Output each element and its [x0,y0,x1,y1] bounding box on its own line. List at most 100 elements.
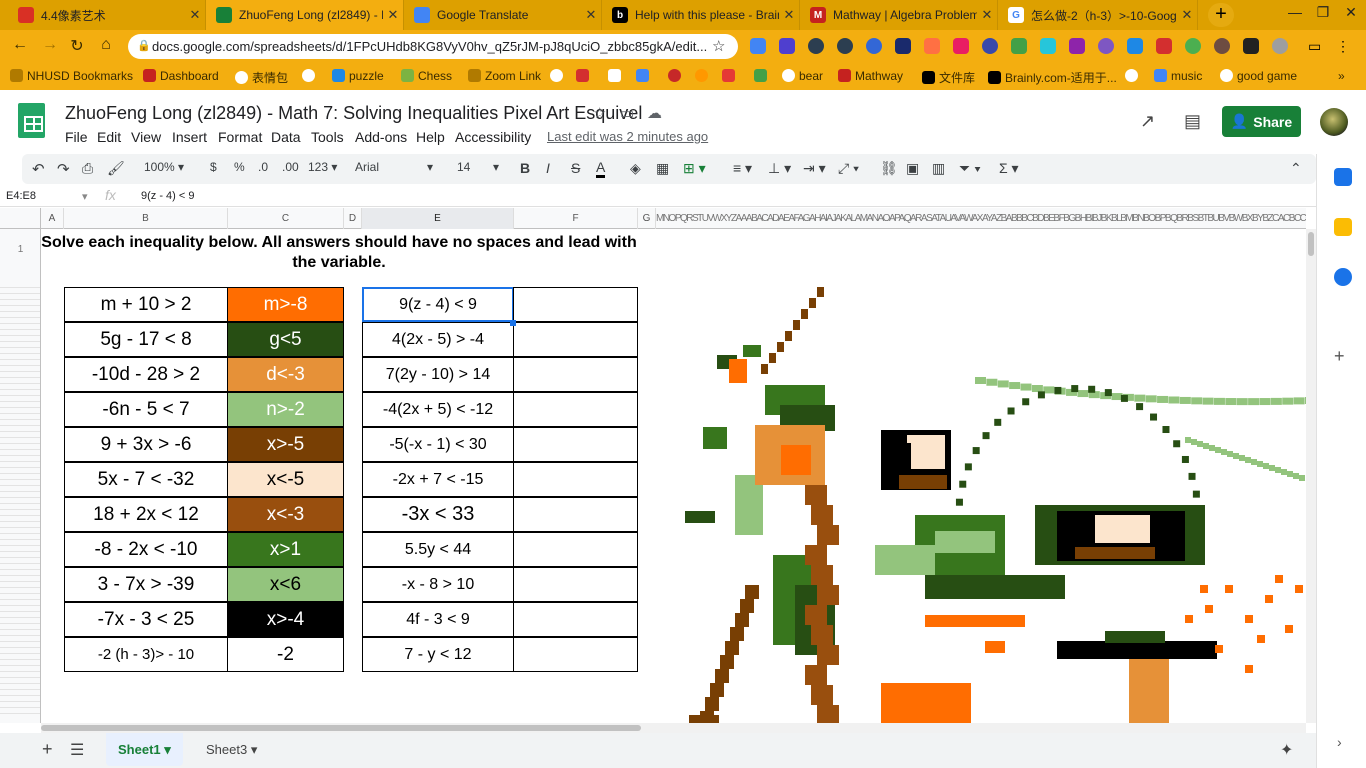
add-sheet-icon[interactable]: + [42,739,53,760]
inequality-cell[interactable]: -3x < 33 [362,497,514,532]
bookmark-item[interactable]: bear [782,69,823,83]
inequality-cell[interactable]: 7(2y - 10) > 14 [362,357,514,392]
select-all-corner[interactable] [0,208,41,229]
minimize-icon[interactable]: — [1280,4,1310,20]
extension-icon[interactable] [1011,38,1027,54]
extension-icon[interactable] [1243,38,1259,54]
back-icon[interactable]: ← [10,36,30,54]
answer-cell[interactable]: n>-2 [227,392,344,427]
sheet-tab-sheet3[interactable]: Sheet3 ▾ [194,733,269,766]
column-header[interactable]: G [638,208,656,229]
extension-icon[interactable] [1069,38,1085,54]
sheet-tab-sheet1[interactable]: Sheet1 ▾ [106,733,183,766]
inequality-cell[interactable]: -2x + 7 < -15 [362,462,514,497]
answer-cell[interactable]: x>-4 [227,602,344,637]
extension-icon[interactable] [953,38,969,54]
bookmark-item[interactable]: music [1154,69,1202,83]
name-box-dropdown-icon[interactable]: ▾ [82,190,88,203]
extension-icon[interactable] [1185,38,1201,54]
home-icon[interactable]: ⌂ [96,36,116,54]
merge-cells-icon[interactable]: ⊞ ▾ [683,160,706,177]
answer-cell[interactable] [513,462,638,497]
menu-accessibility[interactable]: Accessibility [455,129,531,145]
vertical-scrollbar[interactable] [1306,229,1316,723]
extension-icon[interactable] [895,38,911,54]
browser-tab[interactable]: Google Translate ✕ [404,0,602,30]
inequality-cell[interactable]: -7x - 3 < 25 [64,602,228,637]
answer-cell[interactable] [513,392,638,427]
undo-icon[interactable]: ↶ [32,160,45,178]
answer-cell[interactable] [513,602,638,637]
sheets-logo-icon[interactable] [18,103,45,138]
star-icon[interactable]: ☆ [593,104,606,122]
name-box[interactable]: E4:E8 [6,190,36,202]
font-size-select[interactable]: 14 ▾ [457,160,502,174]
all-sheets-icon[interactable]: ☰ [70,740,84,760]
insert-chart-icon[interactable]: ▥ [932,160,945,177]
bookmark-item[interactable] [722,69,739,83]
more-bookmarks-icon[interactable]: » [1338,69,1345,83]
browser-tab[interactable]: M Mathway | Algebra Problem ✕ [800,0,998,30]
borders-icon[interactable]: ▦ [656,160,669,177]
close-icon[interactable]: ✕ [1177,7,1197,23]
move-folder-icon[interactable]: ▭ [620,104,634,122]
answer-cell[interactable] [513,287,638,322]
close-icon[interactable]: ✕ [977,7,997,23]
extension-icon[interactable] [1098,38,1114,54]
bookmark-star-icon[interactable]: ☆ [712,37,725,55]
column-header[interactable]: F [514,208,638,229]
answer-cell[interactable]: -2 [227,637,344,672]
forward-icon[interactable]: → [40,36,60,54]
close-icon[interactable]: ✕ [779,7,799,23]
column-header[interactable]: B [64,208,228,229]
bookmark-item[interactable]: 文件库 [922,69,975,86]
selection-handle[interactable] [510,320,516,326]
last-edit-link[interactable]: Last edit was 2 minutes ago [547,129,708,144]
answer-cell[interactable]: d<-3 [227,357,344,392]
italic-button[interactable]: I [546,160,550,176]
menu-tools[interactable]: Tools [311,129,344,145]
extension-icon[interactable] [1127,38,1143,54]
answer-cell[interactable]: x<-3 [227,497,344,532]
close-icon[interactable]: ✕ [383,7,403,23]
answer-cell[interactable] [513,427,638,462]
currency-button[interactable]: $ [210,160,217,174]
avatar[interactable] [1320,108,1348,136]
print-icon[interactable]: ⎙ [82,160,93,177]
bookmark-item[interactable] [302,69,319,83]
browser-tab[interactable]: 4.4像素艺术 ✕ [8,0,206,30]
bookmark-item[interactable] [754,69,771,83]
new-tab-button[interactable]: + [1208,3,1234,27]
answer-cell[interactable]: x<-5 [227,462,344,497]
inequality-cell[interactable]: m + 10 > 2 [64,287,228,322]
inequality-cell[interactable]: 3 - 7x > -39 [64,567,228,602]
extension-icon[interactable] [1214,38,1230,54]
bookmark-item[interactable]: puzzle [332,69,384,83]
horizontal-scrollbar[interactable] [41,723,1306,733]
inequality-cell[interactable]: 9 + 3x > -6 [64,427,228,462]
column-header[interactable]: E [362,208,514,229]
menu-format[interactable]: Format [218,129,262,145]
comment-icon[interactable]: ▤ [1184,111,1201,132]
column-header[interactable]: D [344,208,362,229]
answer-cell[interactable]: m>-8 [227,287,344,322]
cloud-status-icon[interactable]: ☁ [647,104,662,122]
extension-icon[interactable] [1156,38,1172,54]
extension-icon[interactable] [779,38,795,54]
answer-cell[interactable] [513,357,638,392]
inequality-cell[interactable]: -10d - 28 > 2 [64,357,228,392]
document-title[interactable]: ZhuoFeng Long (zl2849) - Math 7: Solving… [65,103,642,124]
insert-link-icon[interactable]: ⛓ [880,160,898,177]
selected-inequality-cell[interactable]: 9(z - 4) < 9 [362,287,514,322]
functions-icon[interactable]: Σ ▾ [999,160,1019,177]
answer-cell[interactable] [513,497,638,532]
close-icon[interactable]: ✕ [581,7,601,23]
bookmark-item[interactable] [636,69,653,83]
keep-icon[interactable] [1334,218,1352,236]
bookmark-item[interactable]: Dashboard [143,69,219,83]
zoom-select[interactable]: 100% ▾ [144,160,184,174]
answer-cell[interactable] [513,567,638,602]
add-addon-icon[interactable]: + [1334,346,1345,367]
menu-addons[interactable]: Add-ons [355,129,407,145]
menu-view[interactable]: View [131,129,161,145]
